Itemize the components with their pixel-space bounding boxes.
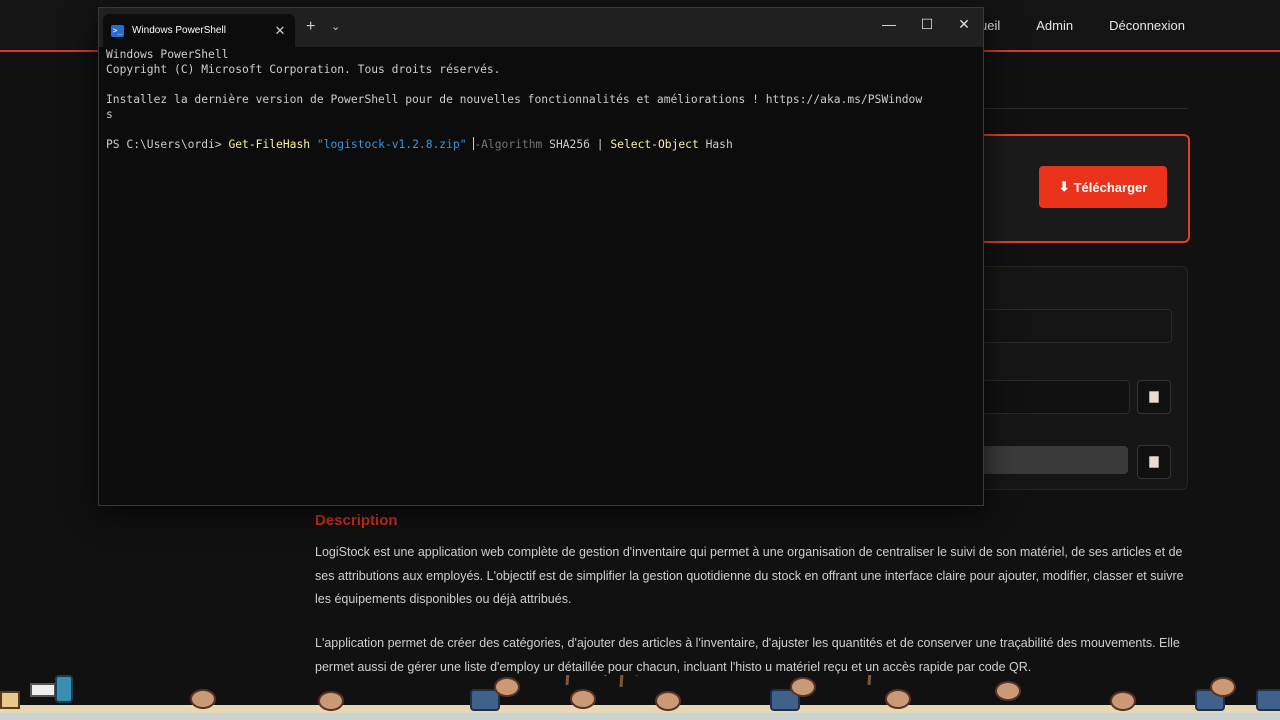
creature-sprite: [790, 677, 816, 697]
terminal-line: Copyright (C) Microsoft Corporation. Tou…: [106, 63, 501, 76]
section-divider: [980, 108, 1188, 109]
download-button[interactable]: ⬇ Télécharger: [1039, 166, 1167, 208]
creature-sprite: [190, 689, 216, 709]
description-paragraph-2: L'application permet de créer des catégo…: [315, 636, 1180, 674]
cart-sprite: [30, 683, 56, 697]
description-title: Description: [315, 512, 398, 529]
arrow-down-icon: ⬇: [1058, 179, 1070, 194]
terminal-tab-title: Windows PowerShell: [132, 25, 226, 36]
hash-field[interactable]: [980, 380, 1130, 414]
nav-deconnexion[interactable]: Déconnexion: [1109, 18, 1185, 33]
creature-sprite: [1110, 691, 1136, 711]
command-token: Select-Object: [610, 138, 699, 151]
palm-tree-sprite: [604, 675, 638, 687]
close-window-button[interactable]: ✕: [952, 16, 976, 33]
string-token: "logistock-v1.2.8.zip": [316, 138, 467, 151]
terminal-output[interactable]: Windows PowerShell Copyright (C) Microso…: [106, 47, 976, 152]
palm-tree-sprite: [867, 675, 872, 685]
description-paragraph-1: LogiStock est une application web complè…: [315, 545, 1184, 606]
clipboard-icon: [1149, 456, 1159, 468]
command-token: Get-FileHash: [228, 138, 311, 151]
creature-sprite: [1210, 677, 1236, 697]
new-tab-button[interactable]: +: [306, 18, 315, 36]
creature-sprite: [318, 691, 344, 711]
terminal-line: Installez la dernière version de PowerSh…: [106, 93, 923, 106]
command-field[interactable]: [980, 446, 1128, 474]
creature-sprite: [995, 681, 1021, 701]
clipboard-icon: [1149, 391, 1159, 403]
terminal-tab[interactable]: >_ Windows PowerShell ✕: [103, 14, 295, 47]
terminal-line: s: [106, 108, 113, 121]
argument-token: Hash: [698, 138, 733, 151]
site-nav: ueil Admin Déconnexion: [980, 18, 1185, 33]
player-sprite: [55, 675, 73, 703]
game-overlay-strip: [0, 675, 1280, 720]
minimize-button[interactable]: —: [877, 16, 901, 32]
parameter-token: -Algorithm: [474, 138, 543, 151]
terminal-prompt: PS C:\Users\ordi>: [106, 138, 229, 151]
terminal-line: Windows PowerShell: [106, 48, 229, 61]
copy-command-button[interactable]: [1137, 445, 1171, 479]
maximize-button[interactable]: ☐: [915, 16, 939, 33]
crate-sprite: [0, 691, 20, 709]
nav-admin[interactable]: Admin: [1036, 18, 1073, 33]
cannon-sprite: [1256, 689, 1280, 711]
argument-token: SHA256 |: [542, 138, 611, 151]
info-field: [980, 309, 1172, 343]
terminal-titlebar[interactable]: >_ Windows PowerShell ✕ + ⌄ — ☐ ✕: [99, 8, 983, 47]
creature-sprite: [655, 691, 681, 711]
shoreline: [0, 713, 1280, 720]
tab-close-icon[interactable]: ✕: [271, 23, 289, 39]
creature-sprite: [885, 689, 911, 709]
creature-sprite: [570, 689, 596, 709]
palm-tree-sprite: [565, 675, 570, 685]
creature-sprite: [494, 677, 520, 697]
powershell-icon: >_: [111, 24, 124, 37]
download-button-label: Télécharger: [1073, 179, 1148, 195]
chevron-down-icon[interactable]: ⌄: [331, 20, 340, 33]
powershell-window: >_ Windows PowerShell ✕ + ⌄ — ☐ ✕ Window…: [98, 7, 984, 506]
copy-hash-button[interactable]: [1137, 380, 1171, 414]
